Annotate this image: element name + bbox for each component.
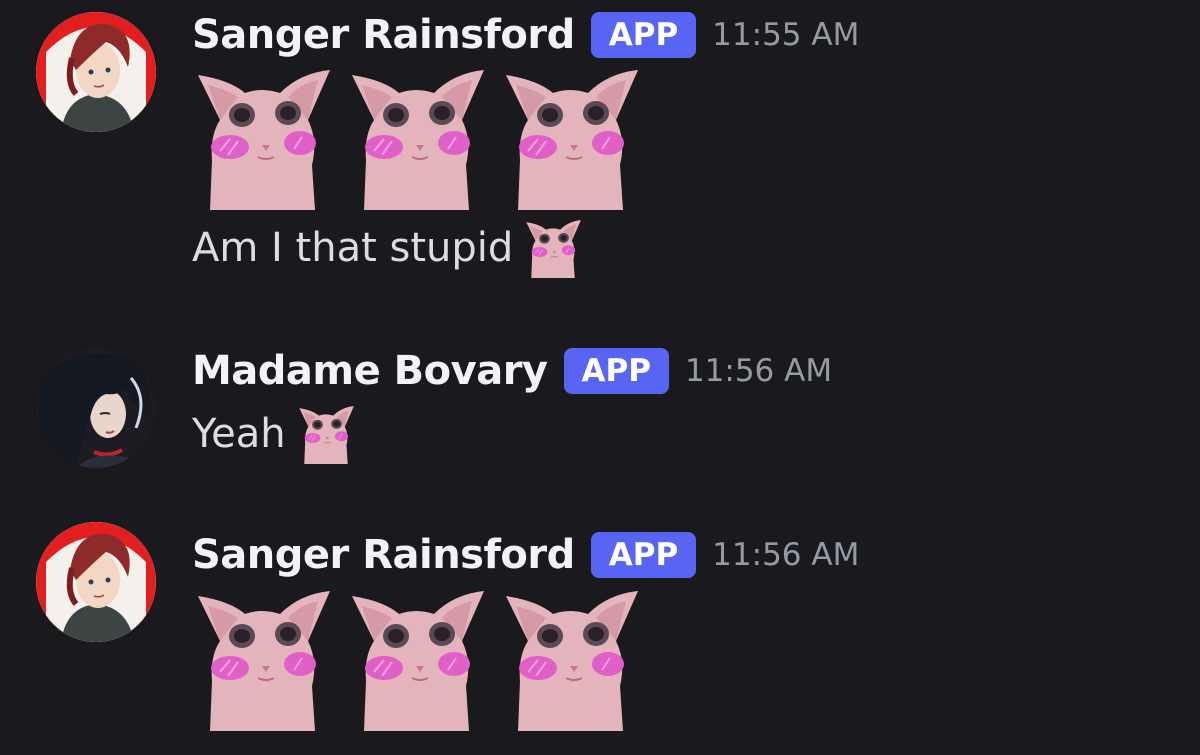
pink-cat-emoji-icon[interactable] <box>523 218 583 278</box>
pink-cat-sticker[interactable] <box>190 586 335 731</box>
message-header: Sanger Rainsford APP 11:56 AM <box>192 530 859 580</box>
pink-cat-sticker[interactable] <box>498 586 643 731</box>
app-badge: APP <box>590 532 697 578</box>
message-content: Yeah <box>192 404 356 464</box>
pink-cat-sticker[interactable] <box>344 65 489 210</box>
sticker-row <box>190 65 652 210</box>
message-text: Yeah <box>192 411 286 457</box>
pink-cat-sticker[interactable] <box>344 586 489 731</box>
message-header: Madame Bovary APP 11:56 AM <box>192 346 832 396</box>
chat-message: Sanger Rainsford APP 11:55 AM Am I that … <box>0 10 1200 290</box>
timestamp[interactable]: 11:55 AM <box>712 17 859 53</box>
pink-cat-sticker[interactable] <box>498 65 643 210</box>
user-avatar[interactable] <box>36 348 156 468</box>
username[interactable]: Madame Bovary <box>192 348 548 394</box>
pink-cat-sticker[interactable] <box>190 65 335 210</box>
chat-message-list: Sanger Rainsford APP 11:55 AM Am I that … <box>0 0 1200 755</box>
app-badge: APP <box>563 348 669 394</box>
pink-cat-emoji-icon[interactable] <box>296 404 356 464</box>
sticker-row <box>190 586 652 731</box>
chat-message: Madame Bovary APP 11:56 AM Yeah <box>0 346 1200 476</box>
message-content: Am I that stupid <box>192 218 583 278</box>
username[interactable]: Sanger Rainsford <box>192 532 575 578</box>
timestamp[interactable]: 11:56 AM <box>685 353 832 389</box>
username[interactable]: Sanger Rainsford <box>192 12 575 58</box>
user-avatar[interactable] <box>36 12 156 132</box>
chat-message: Sanger Rainsford APP 11:56 AM <box>0 530 1200 755</box>
app-badge: APP <box>590 12 697 58</box>
message-text: Am I that stupid <box>192 225 514 271</box>
timestamp[interactable]: 11:56 AM <box>712 537 859 573</box>
user-avatar[interactable] <box>36 522 156 642</box>
message-header: Sanger Rainsford APP 11:55 AM <box>192 10 859 60</box>
